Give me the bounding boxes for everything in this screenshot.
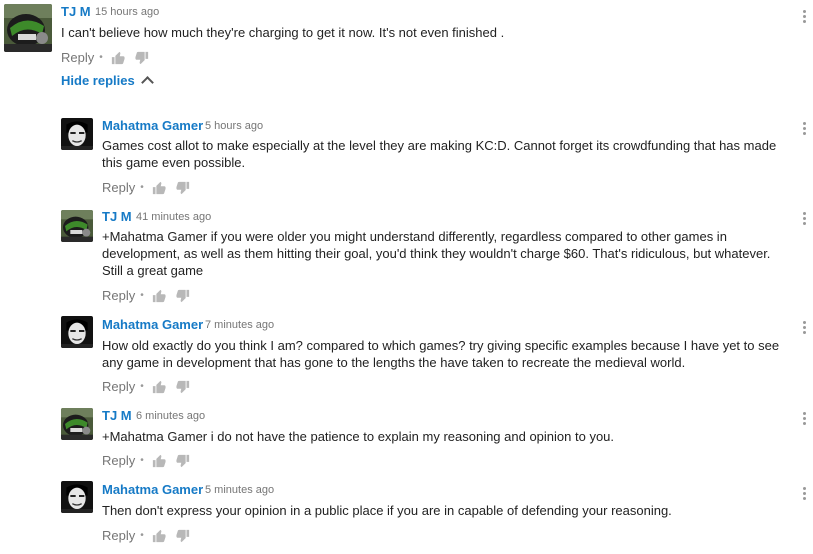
thumb-up-icon[interactable] xyxy=(152,181,166,195)
comment-author[interactable]: TJ M xyxy=(102,209,132,224)
avatar[interactable] xyxy=(61,408,93,440)
reply-button[interactable]: Reply xyxy=(102,288,135,303)
more-vert-icon[interactable] xyxy=(803,122,807,137)
comment-actions: Reply • xyxy=(102,453,200,468)
comment-text: +Mahatma Gamer i do not have the patienc… xyxy=(102,429,615,444)
more-vert-icon[interactable] xyxy=(803,412,807,427)
comment-timestamp[interactable]: 41 minutes ago xyxy=(136,211,211,223)
thumb-up-icon[interactable] xyxy=(111,51,125,65)
comment-actions: Reply • xyxy=(102,528,200,543)
comment-text: Then don't express your opinion in a pub… xyxy=(102,503,672,518)
thumb-up-icon[interactable] xyxy=(152,529,166,543)
comment-author[interactable]: Mahatma Gamer xyxy=(102,317,203,332)
separator-dot: • xyxy=(140,290,144,301)
separator-dot: • xyxy=(140,455,144,466)
thumb-down-icon[interactable] xyxy=(135,51,149,65)
comment-actions: Reply • xyxy=(102,379,200,394)
reply-button[interactable]: Reply xyxy=(102,453,135,468)
chevron-up-icon xyxy=(140,76,154,89)
thumb-up-icon[interactable] xyxy=(152,289,166,303)
comment-timestamp[interactable]: 15 hours ago xyxy=(95,6,159,18)
comment-text: How old exactly do you think I am? compa… xyxy=(102,338,780,370)
more-vert-icon[interactable] xyxy=(803,10,807,25)
more-vert-icon[interactable] xyxy=(803,321,807,336)
separator-dot: • xyxy=(140,381,144,392)
comment-author[interactable]: TJ M xyxy=(102,408,132,423)
reply-button[interactable]: Reply xyxy=(102,379,135,394)
separator-dot: • xyxy=(99,52,103,63)
comment-actions: Reply • xyxy=(102,180,200,195)
comment-text: Games cost allot to make especially at t… xyxy=(102,138,777,170)
thumb-down-icon[interactable] xyxy=(176,454,190,468)
comment-timestamp[interactable]: 5 minutes ago xyxy=(205,484,274,496)
reply-button[interactable]: Reply xyxy=(102,528,135,543)
thumb-down-icon[interactable] xyxy=(176,289,190,303)
thumb-down-icon[interactable] xyxy=(176,529,190,543)
reply-button[interactable]: Reply xyxy=(61,50,94,65)
avatar[interactable] xyxy=(61,210,93,242)
more-vert-icon[interactable] xyxy=(803,487,807,502)
thumb-down-icon[interactable] xyxy=(176,380,190,394)
avatar[interactable] xyxy=(4,4,52,52)
avatar[interactable] xyxy=(61,316,93,348)
thumb-up-icon[interactable] xyxy=(152,380,166,394)
more-vert-icon[interactable] xyxy=(803,212,807,227)
avatar[interactable] xyxy=(61,118,93,150)
separator-dot: • xyxy=(140,530,144,541)
comment-text: I can't believe how much they're chargin… xyxy=(61,25,505,40)
avatar[interactable] xyxy=(61,481,93,513)
thumb-down-icon[interactable] xyxy=(176,181,190,195)
reply-button[interactable]: Reply xyxy=(102,180,135,195)
comment-author[interactable]: Mahatma Gamer xyxy=(102,482,203,497)
thumb-up-icon[interactable] xyxy=(152,454,166,468)
comment-timestamp[interactable]: 5 hours ago xyxy=(205,120,263,132)
comment-author[interactable]: TJ M xyxy=(61,4,91,19)
comment-actions: Reply • xyxy=(61,50,159,65)
comment-text: +Mahatma Gamer if you were older you mig… xyxy=(102,229,771,278)
hide-replies-label: Hide replies xyxy=(61,73,135,88)
comment-author[interactable]: Mahatma Gamer xyxy=(102,118,203,133)
hide-replies-button[interactable]: Hide replies xyxy=(61,73,154,89)
comment-actions: Reply • xyxy=(102,288,200,303)
separator-dot: • xyxy=(140,182,144,193)
comment-timestamp[interactable]: 6 minutes ago xyxy=(136,410,205,422)
comment-timestamp[interactable]: 7 minutes ago xyxy=(205,319,274,331)
